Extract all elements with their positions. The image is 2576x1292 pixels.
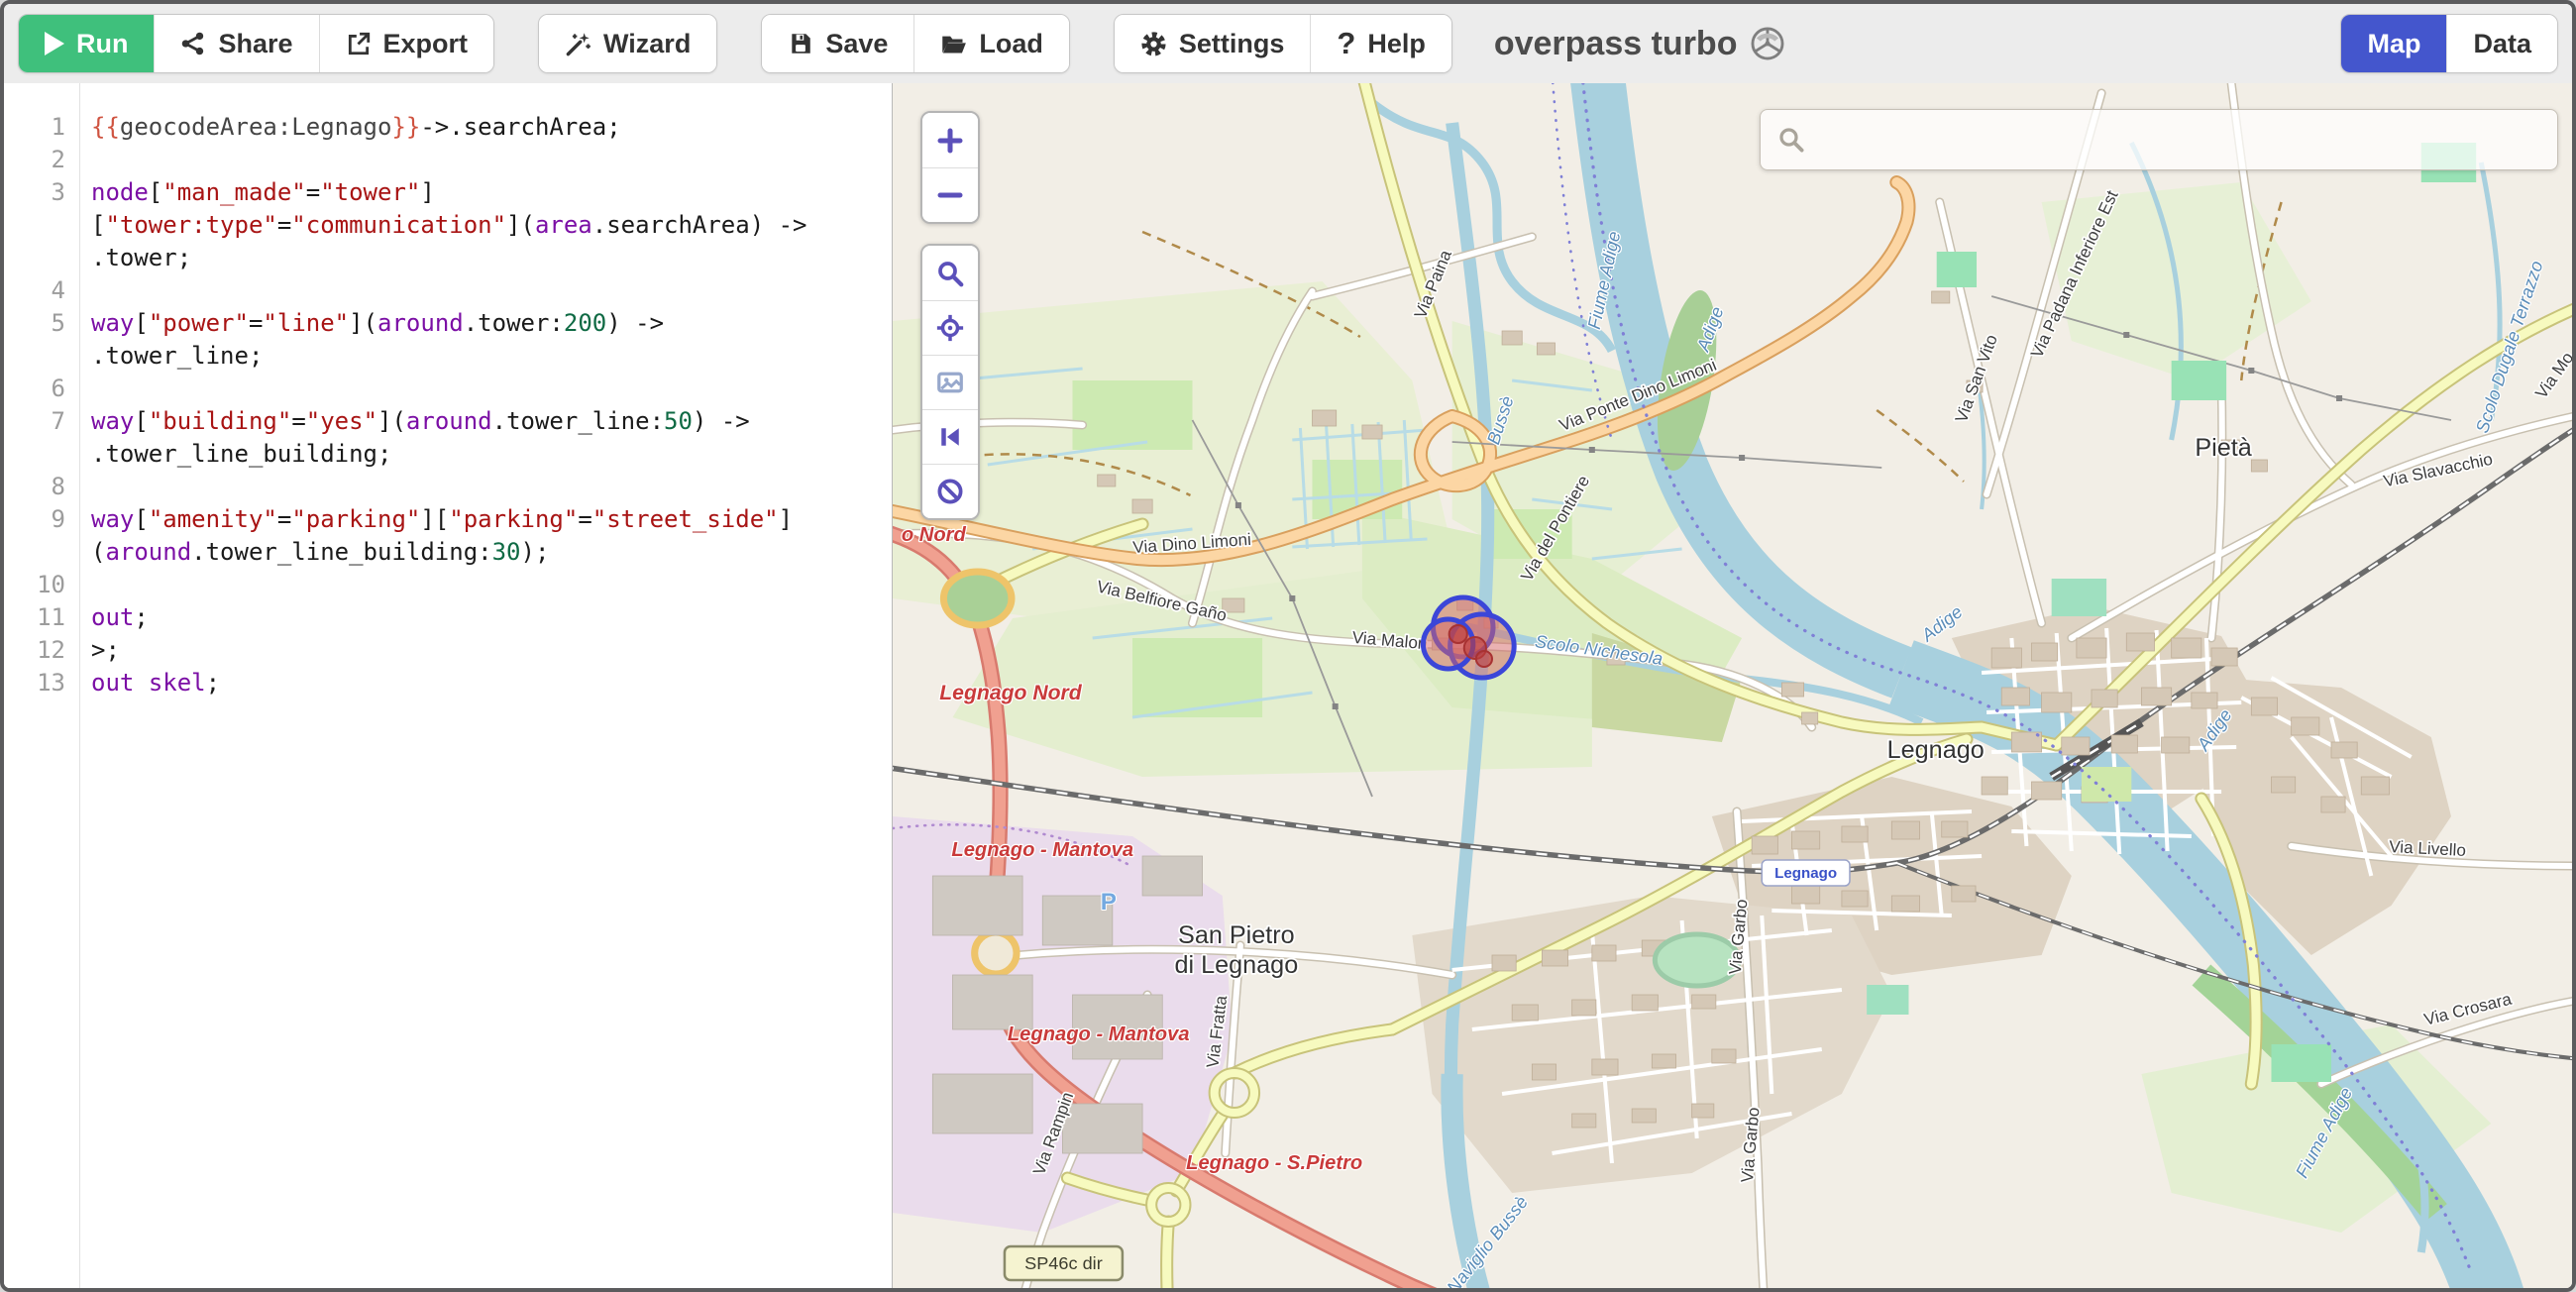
map-label: San Pietro bbox=[1178, 921, 1295, 949]
zoom-control bbox=[920, 111, 980, 224]
map-label: Legnago Nord bbox=[939, 682, 1083, 704]
help-label: Help bbox=[1367, 29, 1426, 59]
toolbar: Run Share Export Wizard Save bbox=[4, 4, 2572, 83]
search-icon bbox=[1776, 125, 1806, 155]
skip-back-icon bbox=[935, 422, 965, 452]
map-label: Legnago bbox=[1887, 736, 1985, 764]
crosshair-icon bbox=[935, 313, 965, 343]
query-editor[interactable]: 1{{geocodeArea:Legnago}}->.searchArea;23… bbox=[4, 83, 893, 1288]
code-row: 10 bbox=[4, 569, 892, 601]
export-image-button[interactable] bbox=[922, 355, 978, 409]
main-area: 1{{geocodeArea:Legnago}}->.searchArea;23… bbox=[4, 83, 2572, 1288]
locate-button[interactable] bbox=[922, 300, 978, 355]
load-label: Load bbox=[979, 29, 1043, 59]
result-dot[interactable] bbox=[1449, 625, 1467, 643]
code-rows: 1{{geocodeArea:Legnago}}->.searchArea;23… bbox=[4, 83, 892, 700]
image-icon bbox=[935, 368, 965, 397]
settings-button[interactable]: Settings bbox=[1115, 15, 1311, 72]
map-data-toggle: Map Data bbox=[2340, 14, 2558, 73]
code-row: 13out skel; bbox=[4, 667, 892, 700]
data-tab-label: Data bbox=[2473, 29, 2531, 59]
help-button[interactable]: ? Help bbox=[1310, 15, 1450, 72]
map-tab-label: Map bbox=[2367, 29, 2420, 59]
map-label: SP46c dir bbox=[1024, 1253, 1103, 1273]
clear-results-button[interactable] bbox=[922, 464, 978, 518]
code-row: 11out; bbox=[4, 601, 892, 634]
map-search-box bbox=[1760, 109, 2558, 170]
map-label: di Legnago bbox=[1175, 951, 1299, 979]
minus-icon bbox=[935, 180, 965, 210]
search-input[interactable] bbox=[1818, 125, 2541, 155]
tab-data[interactable]: Data bbox=[2446, 15, 2557, 72]
save-button[interactable]: Save bbox=[762, 15, 913, 72]
map-label: o Nord bbox=[902, 524, 967, 546]
overpass-turbo-window: Run Share Export Wizard Save bbox=[0, 0, 2576, 1292]
skip-back-button[interactable] bbox=[922, 409, 978, 464]
code-row: .tower_line_building; bbox=[4, 438, 892, 471]
code-row: 8 bbox=[4, 471, 892, 503]
share-label: Share bbox=[218, 29, 292, 59]
map-label: Legnago bbox=[1774, 865, 1837, 882]
code-row: 5way["power"="line"](around.tower:200) -… bbox=[4, 307, 892, 340]
settings-help-group: Settings ? Help bbox=[1114, 14, 1452, 73]
map-tools-control bbox=[920, 244, 980, 520]
gear-icon bbox=[1140, 31, 1167, 57]
code-row: ["tower:type"="communication"](area.sear… bbox=[4, 209, 892, 242]
code-row: 6 bbox=[4, 373, 892, 405]
magnifier-icon bbox=[935, 259, 965, 288]
run-share-export-group: Run Share Export bbox=[18, 14, 494, 73]
zoom-in-button[interactable] bbox=[922, 113, 978, 167]
result-dot[interactable] bbox=[1476, 651, 1492, 667]
map-label: Legnago - Mantova bbox=[1008, 1023, 1190, 1045]
save-load-group: Save Load bbox=[761, 14, 1070, 73]
turbo-logo-icon bbox=[1749, 25, 1786, 62]
magic-wand-icon bbox=[565, 31, 591, 57]
plus-icon bbox=[935, 126, 965, 156]
settings-label: Settings bbox=[1179, 29, 1285, 59]
code-row: 9way["amenity"="parking"]["parking"="str… bbox=[4, 503, 892, 536]
map-search-button[interactable] bbox=[922, 246, 978, 300]
wizard-group: Wizard bbox=[538, 14, 717, 73]
export-icon bbox=[346, 31, 372, 56]
zoom-out-button[interactable] bbox=[922, 167, 978, 222]
floppy-save-icon bbox=[788, 31, 813, 56]
app-title: overpass turbo bbox=[1494, 25, 1787, 63]
code-row: (around.tower_line_building:30); bbox=[4, 536, 892, 569]
open-folder-icon bbox=[940, 31, 967, 57]
app-title-text: overpass turbo bbox=[1494, 25, 1738, 63]
map-label: Via Livello bbox=[2389, 837, 2467, 860]
map-panel: Legnago San Pietrodi Legnago Pietà o Nord Le… bbox=[893, 83, 2572, 1288]
code-row: 1{{geocodeArea:Legnago}}->.searchArea; bbox=[4, 111, 892, 144]
code-row: .tower_line; bbox=[4, 340, 892, 373]
run-button[interactable]: Run bbox=[19, 15, 154, 72]
code-row: 7way["building"="yes"](around.tower_line… bbox=[4, 405, 892, 438]
no-entry-icon bbox=[935, 477, 965, 506]
map-canvas[interactable]: Legnago San Pietrodi Legnago Pietà o Nord Le… bbox=[893, 83, 2572, 1288]
code-row: 3node["man_made"="tower"] bbox=[4, 176, 892, 209]
map-label: P bbox=[1101, 889, 1117, 915]
load-button[interactable]: Load bbox=[913, 15, 1069, 72]
export-label: Export bbox=[383, 29, 469, 59]
share-button[interactable]: Share bbox=[154, 15, 318, 72]
map-label: Legnago - S.Pietro bbox=[1186, 1152, 1362, 1174]
wizard-button[interactable]: Wizard bbox=[539, 15, 716, 72]
tab-map[interactable]: Map bbox=[2341, 15, 2446, 72]
save-label: Save bbox=[825, 29, 888, 59]
question-mark-icon: ? bbox=[1337, 26, 1355, 61]
code-row: .tower; bbox=[4, 242, 892, 274]
map-label: Legnago - Mantova bbox=[951, 839, 1133, 861]
share-icon bbox=[180, 31, 206, 56]
code-row: 2 bbox=[4, 144, 892, 176]
map-label: Pietà bbox=[2195, 434, 2251, 462]
wizard-label: Wizard bbox=[603, 29, 691, 59]
export-button[interactable]: Export bbox=[319, 15, 494, 72]
code-row: 4 bbox=[4, 274, 892, 307]
play-icon bbox=[45, 32, 64, 55]
code-row: 12>; bbox=[4, 634, 892, 667]
run-label: Run bbox=[76, 29, 128, 59]
